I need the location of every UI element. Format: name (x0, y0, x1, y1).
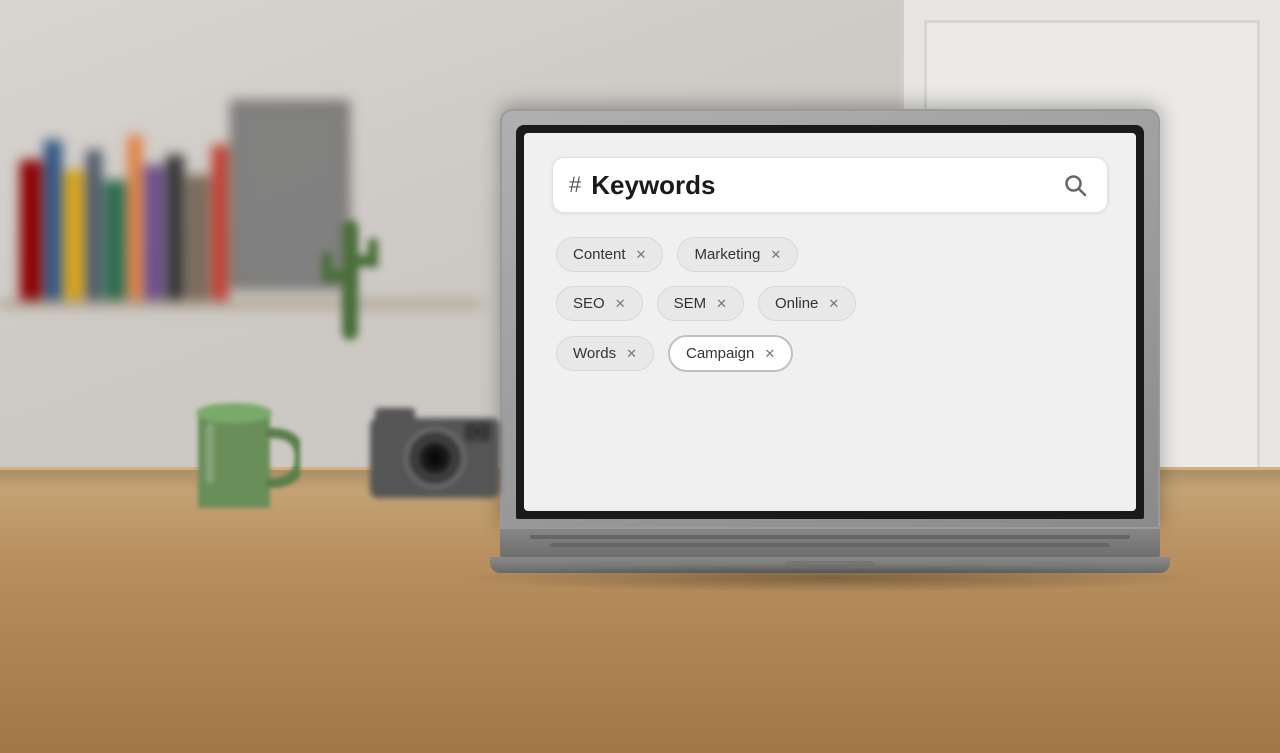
cactus (320, 190, 380, 355)
tags-area: Content ✕ Marketing ✕ SEO (552, 229, 1108, 380)
tag-close-icon[interactable]: ✕ (770, 247, 781, 263)
search-input-value[interactable]: Keywords (591, 170, 1049, 201)
tag-seo[interactable]: SEO ✕ (556, 286, 643, 321)
tag-close-icon[interactable]: ✕ (716, 296, 727, 312)
tag-marketing[interactable]: Marketing ✕ (677, 237, 798, 272)
laptop-shadow (450, 563, 1210, 593)
tag-online[interactable]: Online ✕ (758, 286, 856, 321)
hash-symbol: # (569, 172, 581, 198)
tags-row-1: Content ✕ Marketing ✕ (556, 237, 1104, 272)
tag-label: SEO (573, 295, 605, 312)
tag-content[interactable]: Content ✕ (556, 237, 663, 272)
tag-label: Campaign (686, 345, 754, 362)
mug (190, 393, 300, 523)
tag-close-icon[interactable]: ✕ (764, 346, 775, 362)
screen-bezel: # Keywords (516, 125, 1144, 519)
search-bar[interactable]: # Keywords (552, 157, 1108, 213)
tag-campaign[interactable]: Campaign ✕ (668, 335, 793, 372)
tag-words[interactable]: Words ✕ (556, 336, 654, 371)
tag-close-icon[interactable]: ✕ (626, 346, 637, 362)
bookshelf-blur (0, 80, 480, 380)
tag-close-icon[interactable]: ✕ (615, 296, 626, 312)
tags-row-3: Words ✕ Campaign ✕ (556, 335, 1104, 372)
tag-label: Online (775, 295, 818, 312)
search-icon-container[interactable] (1059, 169, 1091, 201)
tags-row-2: SEO ✕ SEM ✕ Online ✕ (556, 286, 1104, 321)
keyboard-area (500, 529, 1160, 557)
camera (370, 403, 510, 503)
laptop: # Keywords (480, 109, 1180, 573)
tag-sem[interactable]: SEM ✕ (657, 286, 744, 321)
search-icon (1063, 173, 1087, 197)
tag-label: Content (573, 246, 626, 263)
tag-label: SEM (674, 295, 707, 312)
laptop-lid: # Keywords (500, 109, 1160, 529)
scene: # Keywords (0, 0, 1280, 753)
tag-close-icon[interactable]: ✕ (636, 247, 647, 263)
tag-label: Marketing (694, 246, 760, 263)
laptop-screen: # Keywords (524, 133, 1136, 511)
tag-label: Words (573, 345, 616, 362)
tag-close-icon[interactable]: ✕ (828, 296, 839, 312)
